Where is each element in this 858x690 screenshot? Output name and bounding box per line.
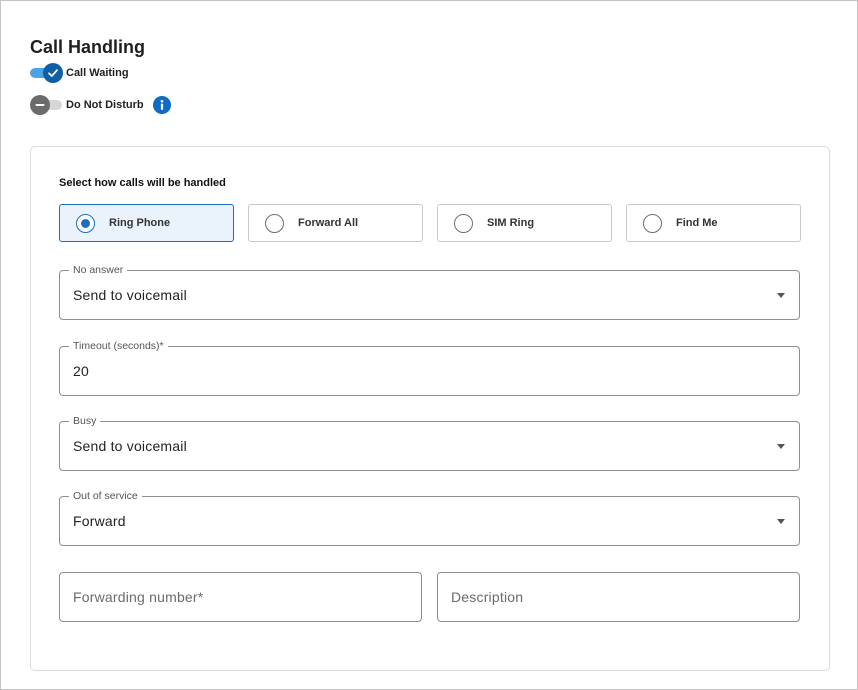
- description-field[interactable]: [437, 572, 800, 622]
- no-answer-value: Send to voicemail: [73, 287, 187, 303]
- radio-unchecked-icon: [643, 213, 662, 233]
- minus-icon: [30, 95, 50, 115]
- do-not-disturb-toggle[interactable]: [30, 95, 63, 115]
- description-input[interactable]: [451, 589, 781, 605]
- busy-select[interactable]: Busy Send to voicemail: [59, 415, 800, 471]
- option-find-me[interactable]: Find Me: [626, 204, 801, 242]
- chevron-down-icon: [777, 444, 785, 449]
- option-sim-ring[interactable]: SIM Ring: [437, 204, 612, 242]
- option-forward-all[interactable]: Forward All: [248, 204, 423, 242]
- check-icon: [43, 63, 63, 83]
- busy-value: Send to voicemail: [73, 438, 187, 454]
- handling-options: Ring Phone Forward All SIM Ring Find Me: [59, 204, 801, 243]
- forwarding-number-field[interactable]: [59, 572, 422, 622]
- out-of-service-value: Forward: [73, 513, 126, 529]
- forwarding-number-input[interactable]: [73, 589, 403, 605]
- out-of-service-select[interactable]: Out of service Forward: [59, 490, 800, 546]
- info-icon[interactable]: [152, 96, 171, 114]
- call-waiting-toggle[interactable]: [30, 63, 63, 83]
- do-not-disturb-label: Do Not Disturb: [66, 99, 144, 111]
- radio-unchecked-icon: [454, 213, 473, 233]
- radio-unchecked-icon: [265, 213, 284, 233]
- option-label: Find Me: [676, 217, 718, 229]
- do-not-disturb-row: Do Not Disturb: [30, 95, 171, 115]
- busy-label: Busy: [69, 415, 101, 427]
- no-answer-label: No answer: [69, 264, 128, 276]
- call-handling-panel: Call Handling Call Waiting Do Not Distur…: [0, 0, 858, 690]
- handling-prompt: Select how calls will be handled: [59, 177, 226, 189]
- timeout-field[interactable]: Timeout (seconds)*: [59, 340, 800, 396]
- radio-checked-icon: [76, 213, 95, 233]
- chevron-down-icon: [777, 293, 785, 298]
- option-label: Ring Phone: [109, 217, 171, 229]
- option-label: SIM Ring: [487, 217, 535, 229]
- call-waiting-label: Call Waiting: [66, 67, 129, 79]
- timeout-input[interactable]: [73, 363, 373, 379]
- chevron-down-icon: [777, 519, 785, 524]
- option-label: Forward All: [298, 217, 359, 229]
- call-waiting-row: Call Waiting: [30, 63, 129, 83]
- out-of-service-label: Out of service: [69, 490, 142, 502]
- call-handling-card: Select how calls will be handled Ring Ph…: [30, 146, 830, 671]
- option-ring-phone[interactable]: Ring Phone: [59, 204, 234, 242]
- page-title: Call Handling: [30, 37, 146, 57]
- timeout-label: Timeout (seconds)*: [69, 340, 168, 352]
- no-answer-select[interactable]: No answer Send to voicemail: [59, 264, 800, 320]
